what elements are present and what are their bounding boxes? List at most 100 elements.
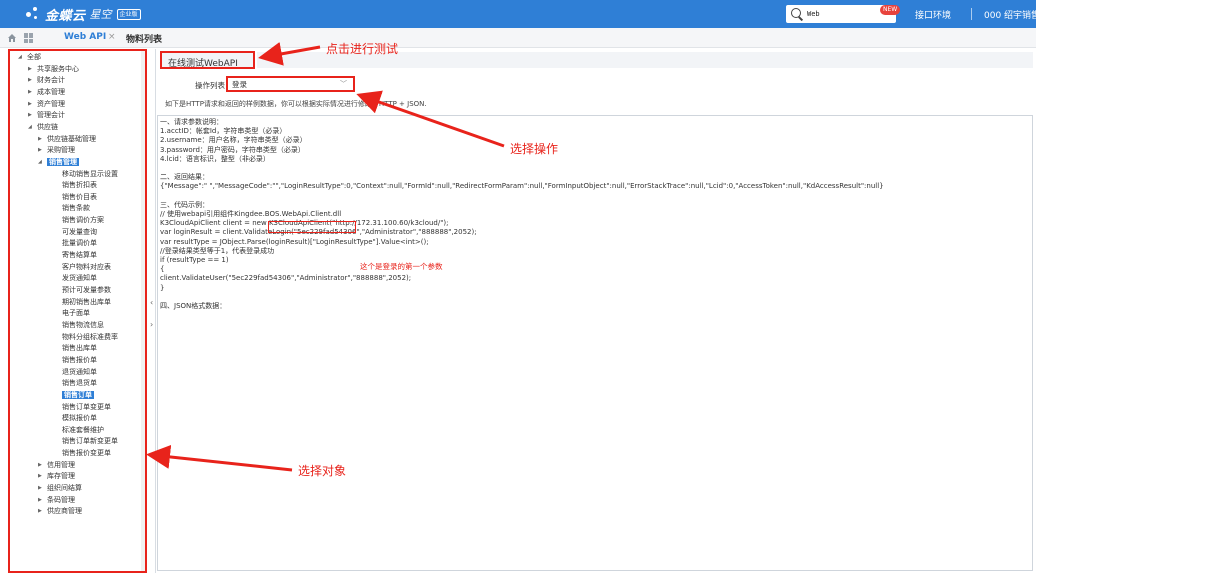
tree-caret-icon[interactable]: ◢ [18,52,27,63]
tree-caret-icon[interactable]: ▶ [38,495,47,506]
tree-caret-icon[interactable]: ▶ [38,471,47,482]
sidebar-tree-item[interactable]: ▶ 采购管理 [38,145,75,156]
apps-grid-icon[interactable] [24,33,34,43]
tree-item-label: 标准套餐维护 [62,425,104,434]
tree-item-label: 销售出库单 [62,344,97,353]
description-text: 如下是HTTP请求和返回的样例数据，你可以根据实际情况进行修改，HTTP + J… [165,100,427,108]
code-line: 3.password：用户密码，字符串类型（必录） [160,145,305,154]
sidebar-tree-item[interactable]: 销售报价单 [62,355,97,366]
code-line: 二、返回结果： [160,173,209,182]
panel-title: 在线测试WebAPI [168,59,238,69]
search-icon[interactable] [790,7,804,21]
tree-item-label: 全部 [27,53,41,61]
sidebar-scrollbar[interactable] [141,51,145,571]
tree-item-label: 共享服务中心 [37,64,79,73]
tree-caret-icon[interactable]: ▶ [28,75,37,86]
code-line: 1.acctID：帐套Id，字符串类型（必录） [160,127,287,136]
sidebar-tree-item[interactable]: ▶ 管理会计 [28,110,65,121]
sidebar-tree-item[interactable]: ◢ 全部 [18,52,41,63]
chevron-down-icon[interactable]: ﹀ [340,79,347,89]
tree-item-label: 销售折扣表 [62,181,97,190]
op-list-label: 操作列表 [195,81,225,90]
tree-caret-icon[interactable]: ▶ [38,145,47,156]
sidebar-tree-item[interactable]: 销售报价变更单 [62,448,111,459]
sidebar-tree-item[interactable]: 电子面单 [62,308,90,319]
home-icon[interactable] [7,33,17,43]
tree-caret-icon[interactable]: ▶ [28,64,37,75]
sidebar-tree-item[interactable]: ▶ 供应链基础管理 [38,134,96,145]
tree-item-label: 采购管理 [47,146,75,155]
code-line: { [160,265,165,274]
tree-caret-icon[interactable]: ▶ [28,87,37,98]
sidebar-tree-item[interactable]: 模拟报价单 [62,413,97,424]
login-param-highlight [268,221,356,233]
sidebar-tree-item[interactable]: 可发量查询 [62,227,97,238]
tree-caret-icon[interactable]: ▶ [38,134,47,145]
tab-material-list[interactable]: 物料列表 [126,32,162,45]
sidebar-tree-item[interactable]: 销售订单变更单 [62,402,111,413]
sidebar-tree-item[interactable]: ▶ 供应商管理 [38,506,82,517]
tree-caret-icon[interactable]: ◢ [38,157,47,168]
tab-close-icon[interactable]: × [108,32,116,42]
sidebar-tree-item[interactable]: ▶ 共享服务中心 [28,64,79,75]
sidebar-tree-item[interactable]: 期初销售出库单 [62,297,111,308]
tree-item-label: 模拟报价单 [62,414,97,423]
search-input[interactable] [807,7,867,21]
tree-item-label: 物料分组标准费率 [62,332,118,341]
sidebar-tree-item[interactable]: 销售退货单 [62,378,97,389]
sidebar-tree-item[interactable]: 销售折扣表 [62,180,97,191]
sidebar-tree-item[interactable]: 退货通知单 [62,367,97,378]
tree-caret-icon[interactable]: ◢ [28,122,37,133]
tree-caret-icon[interactable]: ▶ [38,460,47,471]
tree-item-label: 客户物料对应表 [62,262,111,271]
sidebar-tree-item[interactable]: ▶ 组织间结算 [38,483,82,494]
sidebar-tree-item[interactable]: 销售条款 [62,203,90,214]
op-list-select[interactable]: 登录 ﹀ [226,76,355,92]
sidebar-tree-item[interactable]: ▶ 条码管理 [38,495,75,506]
sidebar-tree-item[interactable]: 物料分组标准费率 [62,332,118,343]
sidebar-tree-item[interactable]: ◢ 供应链 [28,122,58,133]
sidebar-tree-item[interactable]: ◢ 销售管理 [38,157,79,168]
sidebar-tree-item[interactable]: 发货通知单 [62,273,97,284]
sidebar-tree-item[interactable]: 销售物流信息 [62,320,104,331]
new-badge: NEW [880,5,901,15]
sidebar-tree-item[interactable]: 预计可发量参数 [62,285,111,296]
sidebar-tree-item[interactable]: ▶ 成本管理 [28,87,65,98]
sidebar-tree-item[interactable]: ▶ 财务会计 [28,75,65,86]
tree-caret-icon[interactable]: ▶ [28,99,37,110]
tree-item-label: 退货通知单 [62,367,97,376]
tree-item-label: 可发量查询 [62,227,97,236]
tree-caret-icon[interactable]: ▶ [38,483,47,494]
user-label[interactable]: 000 绍宇销售 [984,8,1036,21]
tree-item-label: 销售调价方案 [62,216,104,225]
tree-item-label: 销售订单 [62,390,94,399]
tab-web-api[interactable]: Web API [64,32,106,42]
sidebar-tree-item[interactable]: 销售订单新变更单 [62,436,118,447]
sidebar-tree-item[interactable]: 标准套餐维护 [62,425,104,436]
sidebar-tree-item[interactable]: 销售出库单 [62,343,97,354]
logo-tag: 企业版 [116,8,141,20]
tree-item-label: 销售报价变更单 [62,449,111,458]
sidebar-tree-item[interactable]: 客户物料对应表 [62,262,111,273]
sidebar-tree-item[interactable]: ▶ 信用管理 [38,460,75,471]
sidebar-tree-item[interactable]: 销售调价方案 [62,215,104,226]
sidebar-tree-item[interactable]: ▶ 资产管理 [28,99,65,110]
sample-data-textarea[interactable]: 一、请求参数说明： 1.acctID：帐套Id，字符串类型（必录） 2.userna… [157,115,1033,571]
object-tree-sidebar: ◢ 全部 ▶ 共享服务中心 ▶ 财务会计 ▶ 成本管理 ▶ 资产管理 ▶ 管理会计 ◢ 供应链 ▶ 供应链基础… [8,49,147,573]
logo[interactable]: 金蝶云 星空 企业版 [24,4,141,24]
online-test-button[interactable]: 在线测试WebAPI [160,51,255,69]
sidebar-tree-item[interactable]: 寄售结算单 [62,250,97,261]
sidebar-tree-item[interactable]: ▶ 库存管理 [38,471,75,482]
sidebar-tree-item[interactable]: 销售订单 [62,390,94,401]
tree-caret-icon[interactable]: ▶ [38,506,47,517]
tree-item-label: 供应链基础管理 [47,134,96,143]
collapse-left-icon[interactable]: ‹ [150,298,153,307]
sidebar-tree-item[interactable]: 移动销售显示设置 [62,169,118,180]
tree-item-label: 信用管理 [47,460,75,469]
sidebar-tree-item[interactable]: 批量调价单 [62,238,97,249]
tree-caret-icon[interactable]: ▶ [28,110,37,121]
panel-splitter[interactable] [155,49,156,573]
expand-right-icon[interactable]: › [150,320,153,329]
sidebar-tree-item[interactable]: 销售价目表 [62,192,97,203]
env-label[interactable]: 接口环境 [915,8,951,21]
